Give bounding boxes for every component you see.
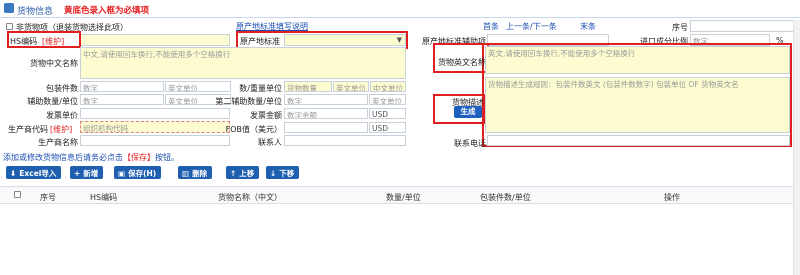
second-aux-label: 第二辅助数量/单位 [215, 97, 282, 106]
pkg-count-label: 包装件数 [46, 84, 78, 93]
plus-icon: + [74, 169, 81, 178]
scrollbar[interactable] [793, 20, 800, 275]
fob-currency: USD [369, 122, 406, 133]
move-up-button[interactable]: ↑ 上移 [226, 166, 260, 179]
qty-input[interactable]: 货物数量 [284, 81, 332, 92]
select-all-checkbox[interactable] [14, 191, 21, 198]
panel-title: 货物信息 [17, 7, 54, 17]
qty-label: 数/重量单位 [239, 84, 282, 93]
manufacturer-input[interactable] [80, 135, 230, 146]
generate-button[interactable]: 生成 [454, 106, 482, 118]
pkg-count-input[interactable]: 数字 [80, 81, 164, 92]
invoice-amount-label: 发票金额 [250, 111, 282, 120]
fob-input[interactable] [284, 122, 368, 133]
qty-unit-cn-input[interactable]: 中文单位 [370, 81, 406, 92]
manufacturer-label: 生产商名称 [38, 138, 78, 147]
save-notice: 添加或修改货物信息后请务必点击【保存】按钮。 [3, 152, 179, 163]
invoice-price-label: 发票单价 [46, 111, 78, 120]
qty-unit-en-input[interactable]: 英文单位 [333, 81, 369, 92]
hs-code-input[interactable] [80, 34, 230, 46]
save-icon: ▣ [118, 169, 126, 178]
goods-icon [4, 3, 14, 13]
col-actions: 操作 [664, 193, 680, 202]
non-goods-checkbox[interactable] [6, 23, 13, 30]
en-name-label: 货物英文名称 [438, 58, 486, 67]
cn-name-label: 货物中文名称 [30, 59, 78, 68]
required-note: 黄底色录入框为必填项 [64, 6, 150, 16]
col-package: 包装件数/单位 [480, 193, 531, 202]
move-up-label: 上移 [239, 169, 255, 178]
cn-name-textarea[interactable]: 中文,请使用回车换行,不能使用多个空格换行 [80, 47, 406, 79]
save-notice-suffix: 按钮。 [155, 153, 179, 162]
col-hs-code: HS编码 [90, 193, 118, 202]
arrow-up-icon: ↑ [230, 169, 237, 178]
move-down-label: 下移 [279, 169, 295, 178]
contact-phone-input[interactable] [487, 135, 790, 146]
arrow-down-icon: ↓ [270, 169, 277, 178]
add-label: 新增 [83, 169, 99, 178]
invoice-price-input[interactable] [80, 108, 230, 119]
save-notice-save: 【保存】 [123, 153, 155, 162]
delete-button[interactable]: ▥ 删除 [178, 166, 213, 179]
save-button[interactable]: ▣ 保存(H) [114, 166, 162, 179]
desc-textarea[interactable]: 货物描述生成规则：包装件数英文 (包装件数数字) 包装单位 OF 货物英文名 [485, 77, 790, 133]
add-button[interactable]: + 新增 [70, 166, 104, 179]
col-serial: 序号 [40, 193, 56, 202]
panel-header: 货物信息 黄底色录入框为必填项 [0, 0, 800, 18]
import-icon: ⬇ [10, 169, 17, 178]
second-aux-unit-input[interactable]: 英文单位 [369, 94, 406, 105]
delete-label: 删除 [192, 169, 208, 178]
invoice-amount-input[interactable]: 数字金额 [284, 108, 368, 119]
fob-label: FOB值（美元） [225, 125, 282, 134]
col-cn-name: 货物名称（中文） [218, 193, 282, 202]
save-notice-prefix: 添加或修改货物信息后请务必点击 [3, 153, 123, 162]
aux-qty-input[interactable]: 数字 [80, 94, 164, 105]
second-aux-qty-input[interactable]: 数字 [284, 94, 368, 105]
serial-field[interactable] [690, 20, 796, 32]
col-quantity: 数量/单位 [386, 193, 421, 202]
invoice-currency: USD [369, 108, 406, 119]
prev-next-link[interactable]: 上一条/下一条 [506, 21, 557, 32]
contact-input[interactable] [284, 135, 406, 146]
manufacturer-code-label: 生产商代码 [8, 125, 48, 134]
contact-label: 联系人 [258, 138, 282, 147]
manufacturer-maintain-link[interactable]: [维护] [50, 124, 72, 135]
excel-import-button[interactable]: ⬇ Excel导入 [6, 166, 62, 179]
aux-qty-label: 辅助数量/单位 [27, 97, 78, 106]
en-name-textarea[interactable]: 英文,请使用回车换行,不能使用多个空格换行 [485, 46, 790, 74]
hs-code-highlight [7, 31, 81, 48]
first-record-link[interactable]: 首条 [483, 21, 499, 32]
last-record-link[interactable]: 末条 [580, 21, 596, 32]
contact-phone-label: 联系电话 [454, 139, 486, 148]
serial-label: 序号 [672, 23, 688, 32]
trash-icon: ▥ [182, 169, 190, 178]
excel-import-label: Excel导入 [19, 169, 57, 178]
save-label: 保存(H) [128, 169, 157, 178]
manufacturer-code-input[interactable]: 组织机构代码 [80, 121, 230, 133]
pkg-unit-input[interactable]: 英文单位 [165, 81, 231, 92]
move-down-button[interactable]: ↓ 下移 [266, 166, 300, 179]
